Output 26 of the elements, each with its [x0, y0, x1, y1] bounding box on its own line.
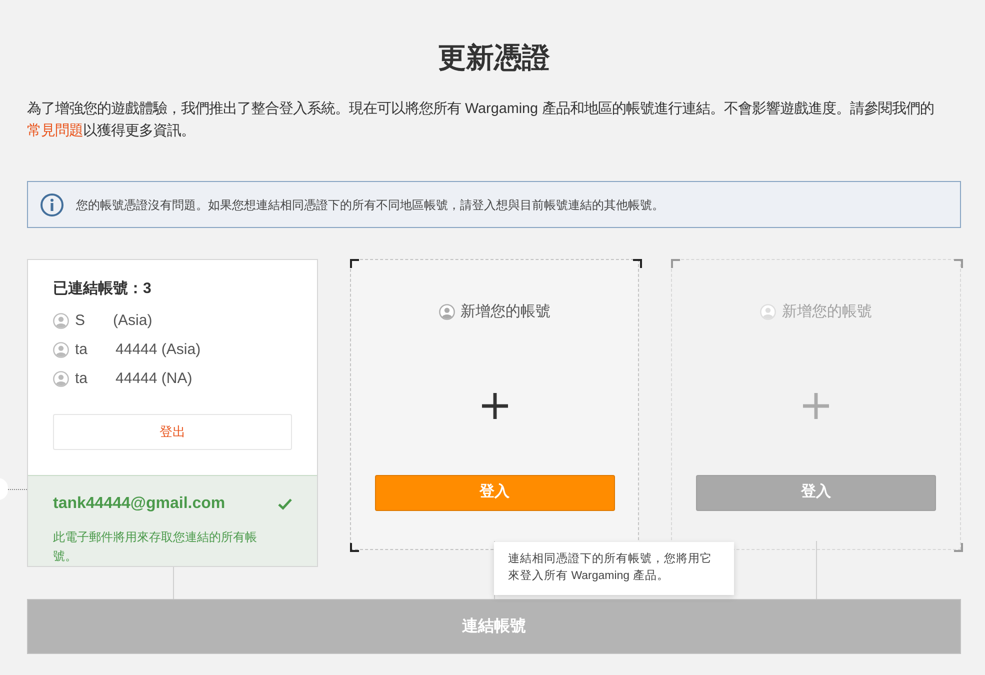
intro-text: 為了增強您的遊戲體驗，我們推出了整合登入系統。現在可以將您所有 Wargaming 產品和地區的帳號進行連結。不會影響遊戲進度。請參閱我們的 常見問題以獲得更多資訊。	[27, 100, 936, 141]
user-icon	[53, 371, 69, 387]
account-name-end: 44444 (NA)	[116, 368, 192, 389]
add-account-label: 新增您的帳號	[460, 302, 550, 322]
logout-button[interactable]: 登出	[53, 414, 292, 450]
faq-link[interactable]: 常見問題	[27, 123, 83, 139]
account-name-start: ta	[75, 340, 88, 360]
tooltip: 連結相同憑證下的所有帳號，您將用它來登入所有 Wargaming 產品。	[494, 542, 734, 595]
linked-count-heading: 已連結帳號：3	[53, 279, 152, 299]
email-note: 此電子郵件將用來存取您連結的所有帳號。	[53, 529, 258, 565]
account-name-end: (Asia)	[113, 310, 152, 331]
plus-icon[interactable]	[482, 392, 508, 418]
user-icon	[53, 313, 69, 329]
info-icon	[40, 192, 64, 216]
account-name-end: 44444 (Asia)	[116, 340, 201, 360]
login-button[interactable]: 登入	[374, 474, 614, 510]
user-icon	[760, 304, 776, 320]
plus-icon	[803, 392, 830, 418]
account-name-start: S	[75, 310, 86, 331]
user-icon	[438, 304, 454, 320]
email-address: tank44444@gmail.com	[53, 494, 226, 514]
account-name-start: ta	[75, 368, 88, 389]
user-icon	[53, 342, 69, 358]
add-account-label: 新增您的帳號	[782, 302, 872, 322]
notice-text: 您的帳號憑證沒有問題。如果您想連結相同憑證下的所有不同地區帳號，請登入想與目前帳號連結的其他帳號。	[76, 196, 664, 214]
page-title: 更新憑證	[437, 41, 551, 75]
